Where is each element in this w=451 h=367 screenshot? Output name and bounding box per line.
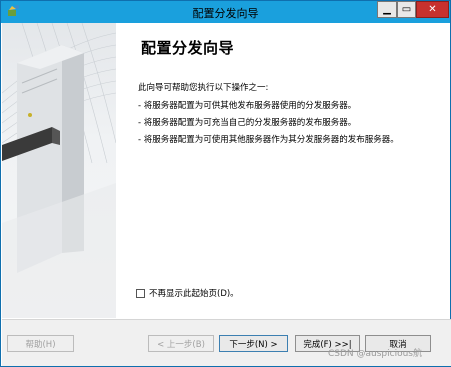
wizard-window: 配置分发向导 ▁ ▭ ✕ 配置分发向导 此向导可帮助您执行以下操作之一: - 将… [0, 0, 451, 367]
wizard-footer: 帮助(H) < 上一步(B) 下一步(N) > 完成(F) >>| 取消 [2, 320, 451, 366]
close-icon: ✕ [428, 4, 437, 15]
dont-show-again-option[interactable]: 不再显示此起始页(D)。 [136, 287, 239, 299]
back-button[interactable]: < 上一步(B) [148, 335, 214, 352]
wizard-banner-image [2, 23, 116, 318]
next-button[interactable]: 下一步(N) > [219, 335, 288, 352]
intro-text: 此向导可帮助您执行以下操作之一: [138, 83, 269, 93]
option-description: - 将服务器配置为可使用其他服务器作为其分发服务器的发布服务器。 [138, 135, 399, 145]
option-description: - 将服务器配置为可供其他发布服务器使用的分发服务器。 [138, 101, 357, 111]
option-description: - 将服务器配置为可充当自己的分发服务器的发布服务器。 [138, 118, 357, 128]
close-button[interactable]: ✕ [416, 1, 449, 18]
server-illustration [2, 23, 116, 318]
dont-show-again-label[interactable]: 不再显示此起始页(D)。 [149, 287, 239, 299]
title-bar[interactable]: 配置分发向导 ▁ ▭ ✕ [1, 1, 450, 23]
dont-show-again-checkbox[interactable] [136, 288, 145, 298]
minimize-icon: ▁ [383, 4, 391, 15]
wizard-content: 配置分发向导 此向导可帮助您执行以下操作之一: - 将服务器配置为可供其他发布服… [116, 23, 450, 318]
maximize-button[interactable]: ▭ [397, 1, 416, 18]
minimize-button[interactable]: ▁ [377, 1, 397, 18]
maximize-icon: ▭ [401, 4, 412, 15]
help-button[interactable]: 帮助(H) [7, 335, 74, 352]
watermark-text: CSDN @auspicious航 [328, 349, 422, 359]
page-heading: 配置分发向导 [141, 39, 235, 57]
